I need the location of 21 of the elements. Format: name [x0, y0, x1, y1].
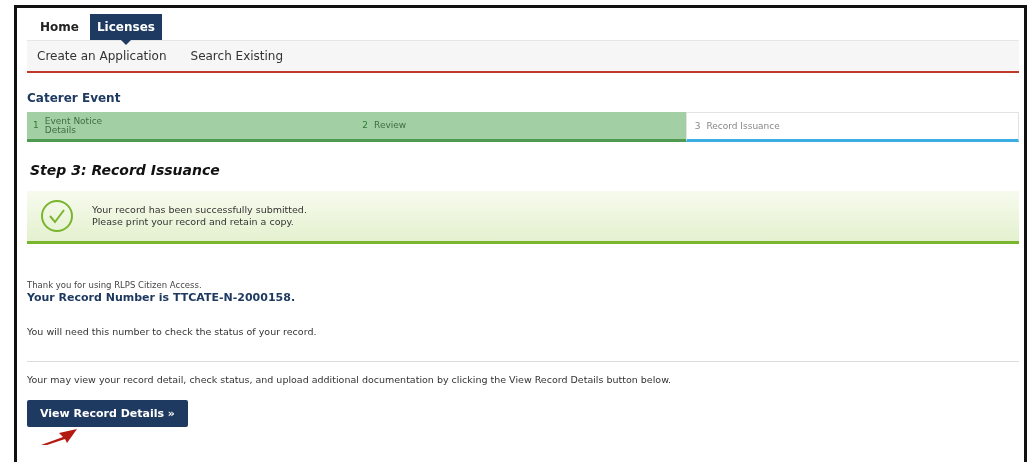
info-text: You will need this number to check the status of your record.	[27, 326, 317, 337]
step-label: Record Issuance	[706, 121, 780, 131]
sub-navigation-link[interactable]: Create an Application	[27, 49, 177, 63]
step-number: 2	[362, 121, 369, 130]
instruction-text: Your may view your record detail, check status, and upload additional documentation by clicking the View Record Details button below.	[27, 374, 672, 385]
nav-tab[interactable]: Licenses	[89, 14, 162, 40]
page-title: Caterer Event	[27, 91, 121, 105]
step-number: 1	[33, 121, 39, 130]
checkmark-icon	[40, 199, 74, 233]
arrow-icon	[39, 429, 79, 445]
success-message: Your record has been successfully submitted.	[92, 204, 307, 215]
step-heading: Step 3: Record Issuance	[30, 162, 220, 178]
sub-navigation-link[interactable]: Search Existing	[180, 49, 294, 63]
step-label: Review	[374, 121, 408, 130]
view-record-details-button[interactable]: View Record Details »	[27, 400, 188, 427]
record-number-text: Your Record Number is TTCATE-N-2000158.	[27, 291, 296, 304]
step-number: 3	[694, 121, 701, 131]
success-message: Please print your record and retain a copy.	[92, 216, 294, 227]
thank-you-text: Thank you for using RLPS Citizen Access.	[27, 280, 202, 290]
nav-tab[interactable]: Home	[33, 14, 86, 40]
step-label: Event Notice Details	[44, 116, 104, 135]
